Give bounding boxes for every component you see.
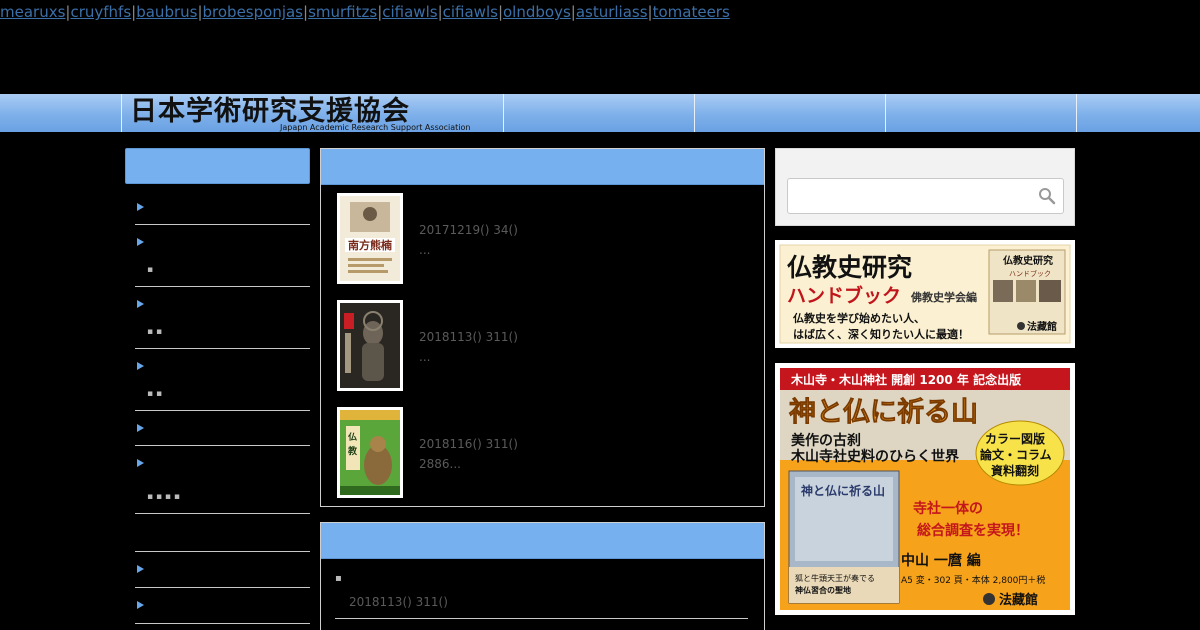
- banner2-badge3: 資料翻刻: [991, 463, 1039, 478]
- nav-cell-1[interactable]: [503, 94, 694, 132]
- banner2-author: 中山 一麿 編: [901, 552, 981, 569]
- nav-cell-2[interactable]: [694, 94, 885, 132]
- post-thumbnail[interactable]: [337, 300, 403, 391]
- sidebar-divider: [135, 514, 310, 552]
- banner1-line2: はば広く、深く知りたい人に最適！: [793, 327, 969, 341]
- banner2-spec: A5 変・302 頁・本体 2,800円＋税: [901, 574, 1045, 586]
- top-link[interactable]: baubrus: [136, 3, 197, 21]
- post-meta: 2018113() 311(): [349, 595, 448, 609]
- list-bullet: ▪: [335, 573, 342, 584]
- sidebar-item[interactable]: [135, 624, 310, 630]
- banner1-society: 佛教史学会編: [910, 290, 977, 304]
- sidebar-item[interactable]: ▪ ▪: [135, 287, 310, 349]
- banner1-publisher: 法藏館: [1027, 320, 1057, 333]
- top-link[interactable]: cifiawls: [382, 3, 437, 21]
- logo-subtitle: Japapn Academic Research Support Associa…: [279, 123, 470, 132]
- banner2-header: 木山寺・木山神社 開創 1200 年 記念出版: [790, 372, 1021, 387]
- top-link[interactable]: cruyfhfs: [70, 3, 131, 21]
- divider: [335, 618, 748, 619]
- banner2-slogan2: 総合調査を実現！: [917, 522, 1029, 539]
- banner-buddhist-history-handbook[interactable]: 仏教史研究 ハンドブック 佛教史学会編 仏教史を学び始めたい人、 はば広く、深く…: [775, 240, 1075, 348]
- banner2-badge2: 論文・コラム: [980, 447, 1052, 462]
- sidebar-item[interactable]: ▪: [135, 225, 310, 287]
- post-item[interactable]: 2018113() 311() ...: [321, 292, 764, 399]
- post-meta: 2018113() 311(): [419, 330, 518, 344]
- banner2-slogan1: 寺社一体の: [913, 500, 983, 517]
- search-widget: [775, 148, 1075, 226]
- svg-text:ハンドブック: ハンドブック: [1009, 269, 1051, 278]
- recent-posts-heading: [321, 149, 764, 185]
- sidebar-item[interactable]: [135, 411, 310, 446]
- top-link[interactable]: mearuxs: [0, 3, 65, 21]
- top-link[interactable]: smurfitzs: [308, 3, 377, 21]
- post-excerpt: ...: [419, 350, 431, 364]
- post-item[interactable]: 南方熊楠 20171219() 34() ...: [321, 185, 764, 292]
- post-excerpt: 2886...: [419, 457, 461, 471]
- post-thumbnail[interactable]: 南方熊楠: [337, 193, 403, 284]
- top-link[interactable]: cifiawls: [443, 3, 498, 21]
- arrow-right-icon: [137, 459, 144, 467]
- top-link[interactable]: olndboys: [503, 3, 571, 21]
- arrow-right-icon: [137, 362, 144, 370]
- sidebar-subitem-bullets: ▪ ▪: [147, 389, 163, 399]
- sidebar-subitem-bullets: ▪: [147, 265, 154, 275]
- sidebar-item[interactable]: [135, 588, 310, 624]
- site-logo[interactable]: 日本学術研究支援協会 Japapn Academic Research Supp…: [124, 94, 484, 132]
- sidebar-heading: [125, 148, 310, 184]
- top-link[interactable]: brobesponjas: [203, 3, 303, 21]
- svg-text:教: 教: [347, 445, 358, 457]
- search-input[interactable]: [787, 178, 1064, 214]
- header-nav-bar: 日本学術研究支援協会 Japapn Academic Research Supp…: [0, 94, 1200, 132]
- banner2-sub1: 美作の古刹: [791, 432, 861, 449]
- top-link[interactable]: asturliass: [576, 3, 648, 21]
- arrow-right-icon: [137, 238, 144, 246]
- banner2-title: 神と仏に祈る山: [789, 397, 978, 428]
- arrow-right-icon: [137, 300, 144, 308]
- recent-posts-panel: 南方熊楠 20171219() 34() ... 2018113() 311()…: [320, 148, 765, 507]
- svg-text:仏教史研究: 仏教史研究: [1003, 254, 1053, 267]
- sidebar-item[interactable]: ▪ ▪: [135, 349, 310, 411]
- banner2-book-caption2: 神仏習合の聖地: [795, 585, 851, 595]
- post-excerpt: ...: [419, 243, 431, 257]
- sidebar-list: ▪ ▪ ▪ ▪ ▪ ▪ ▪ ▪ ▪: [125, 190, 310, 630]
- banner1-line1: 仏教史を学び始めたい人、: [793, 311, 925, 325]
- arrow-right-icon: [137, 601, 144, 609]
- banner2-publisher: 法藏館: [999, 592, 1038, 608]
- svg-text:仏: 仏: [347, 432, 357, 443]
- banner2-book-title: 神と仏に祈る山: [801, 483, 885, 498]
- search-icon[interactable]: [1038, 187, 1056, 205]
- banner2-badge1: カラー図版: [985, 431, 1045, 446]
- arrow-right-icon: [137, 565, 144, 573]
- svg-text:南方熊楠: 南方熊楠: [348, 238, 392, 252]
- banner2-book-caption1: 狐と牛頭天王が奏でる: [795, 573, 875, 583]
- nav-divider: [1076, 94, 1077, 132]
- sidebar-subitem-bullets: ▪ ▪ ▪ ▪: [147, 492, 180, 502]
- top-link-strip: mearuxs|cruyfhfs|baubrus|brobesponjas|sm…: [0, 2, 730, 22]
- banner1-subtitle: ハンドブック: [787, 284, 901, 307]
- post-thumbnail[interactable]: 仏 教: [337, 407, 403, 498]
- arrow-right-icon: [137, 203, 144, 211]
- top-link[interactable]: tomateers: [653, 3, 730, 21]
- post-meta: 2018116() 311(): [419, 437, 518, 451]
- arrow-right-icon: [137, 424, 144, 432]
- sidebar-item[interactable]: [135, 190, 310, 225]
- sidebar-item[interactable]: ▪ ▪ ▪ ▪: [135, 446, 310, 514]
- banner2-sub2: 木山寺社史料のひらく世界: [790, 448, 960, 465]
- banner-kiyamadera-book[interactable]: 木山寺・木山神社 開創 1200 年 記念出版 神と仏に祈る山 美作の古刹 木山…: [775, 363, 1075, 615]
- post-item[interactable]: 仏 教 2018116() 311() 2886...: [321, 399, 764, 506]
- post-meta: 20171219() 34(): [419, 223, 518, 237]
- nav-cell-3[interactable]: [885, 94, 1076, 132]
- second-posts-heading: [321, 523, 764, 559]
- sidebar-subitem-bullets: ▪ ▪: [147, 327, 163, 337]
- second-posts-panel: ▪ 2018113() 311(): [320, 522, 765, 630]
- sidebar-item[interactable]: [135, 552, 310, 588]
- banner1-title: 仏教史研究: [787, 253, 912, 282]
